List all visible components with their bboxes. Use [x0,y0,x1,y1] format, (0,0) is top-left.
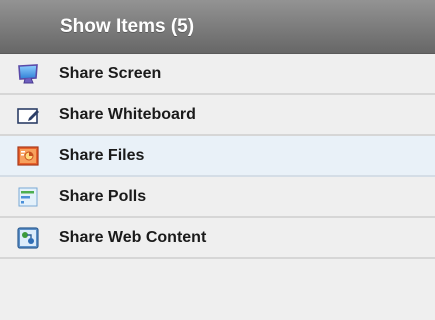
presentation-file-icon [16,144,40,168]
poll-icon [16,185,40,209]
share-whiteboard-item[interactable]: Share Whiteboard [0,95,435,136]
share-web-content-label: Share Web Content [59,228,207,246]
whiteboard-icon [16,103,40,127]
share-polls-item[interactable]: Share Polls [0,177,435,218]
web-content-icon [16,226,40,250]
share-whiteboard-label: Share Whiteboard [59,105,196,123]
share-polls-label: Share Polls [59,187,147,205]
panel-header: Show Items (5) [0,0,435,54]
share-items-list: Share Screen Share Whiteboard Share File… [0,54,435,259]
monitor-icon [16,62,40,86]
show-items-panel: Show Items (5) Share Screen Share Whiteb… [0,0,435,320]
share-web-content-item[interactable]: Share Web Content [0,218,435,259]
share-files-item[interactable]: Share Files [0,136,435,177]
share-screen-label: Share Screen [59,64,162,82]
share-screen-item[interactable]: Share Screen [0,54,435,95]
panel-title: Show Items (5) [60,15,195,37]
share-files-label: Share Files [59,146,145,164]
